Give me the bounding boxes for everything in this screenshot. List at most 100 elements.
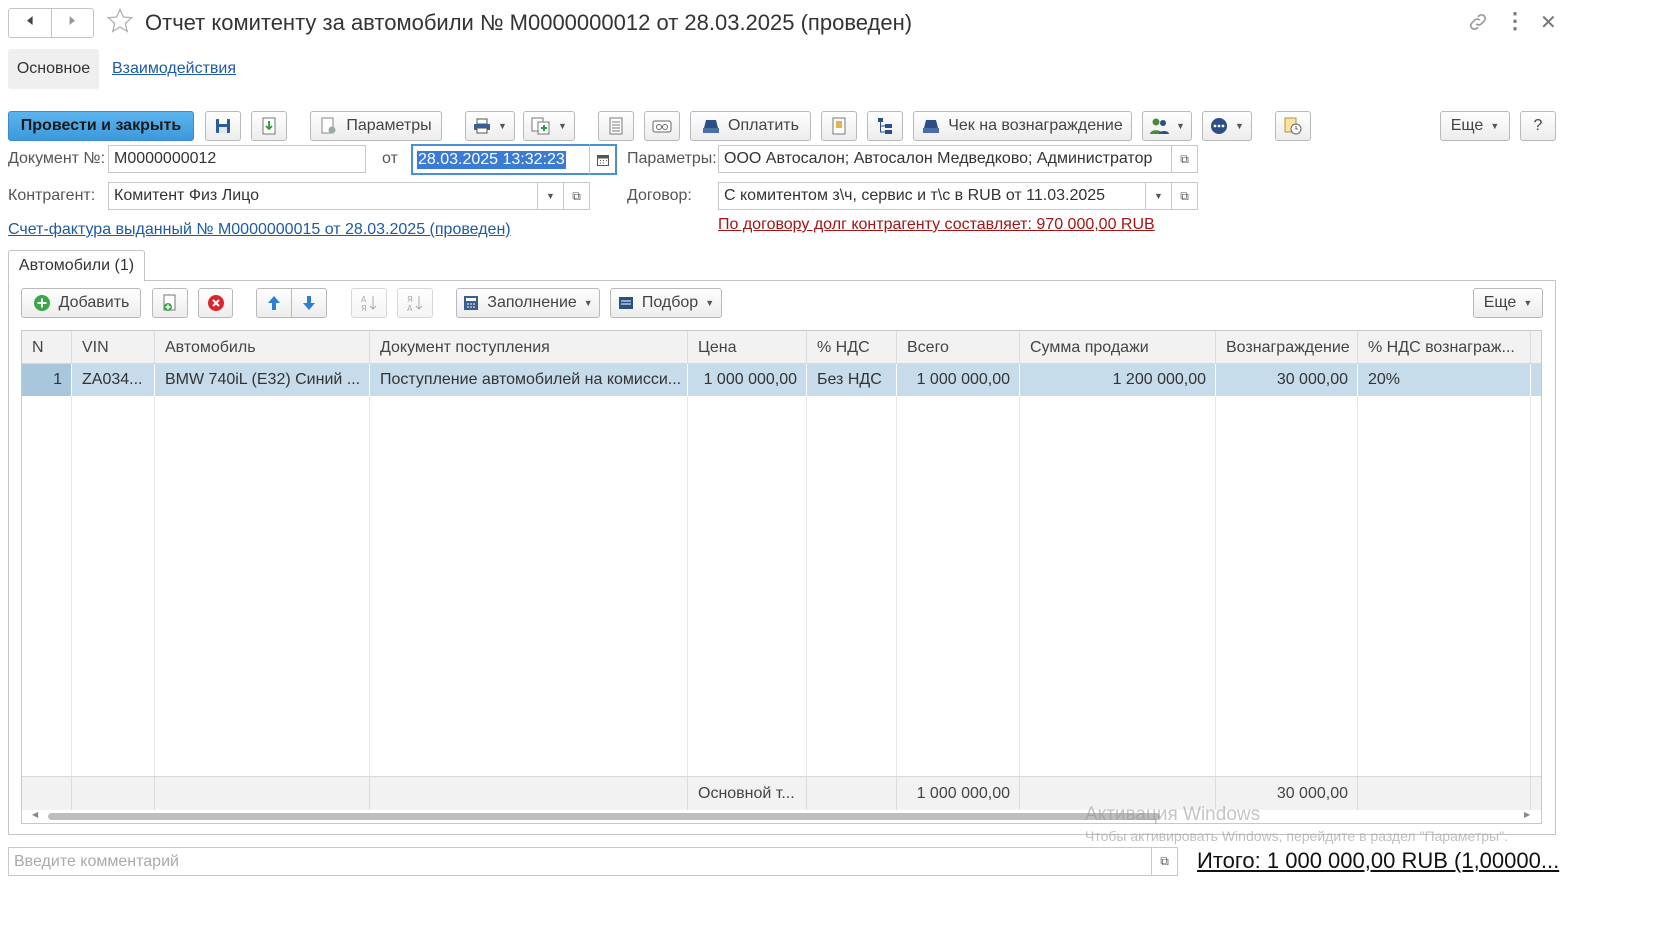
car-cell: BMW 740iL (E32) Синий ...: [155, 364, 370, 396]
arrow-left-icon: 🢐: [25, 10, 34, 32]
contract-field[interactable]: С комитентом з\ч, сервис и т\с в RUB от …: [718, 182, 1146, 210]
table-header: N VIN Автомобиль Документ поступления Це…: [22, 331, 1541, 364]
back-button[interactable]: 🢐: [9, 9, 52, 37]
tab-main-label: Основное: [16, 60, 91, 77]
tab-interactions[interactable]: Взаимодействия: [112, 60, 236, 78]
sort-desc-button[interactable]: ЯА: [397, 288, 433, 318]
copy-row-button[interactable]: [152, 288, 188, 318]
column-header-vin[interactable]: VIN: [72, 331, 155, 364]
payment-terminal-icon: [703, 120, 720, 133]
column-divider: [71, 331, 72, 823]
tab-cars[interactable]: Автомобили (1): [8, 250, 145, 282]
journal-button[interactable]: [598, 111, 634, 141]
scrollbar-thumb[interactable]: [48, 813, 1160, 820]
chevron-down-icon: ▼: [558, 121, 567, 131]
params-open-button[interactable]: ⧉: [1172, 145, 1198, 173]
document-total-link[interactable]: Итого: 1 000 000,00 RUB (1,00000...: [1197, 848, 1559, 874]
scroll-left-icon[interactable]: ◀: [32, 810, 38, 819]
activation-watermark-text: Чтобы активировать Windows, перейдите в …: [1085, 828, 1508, 844]
horizontal-scrollbar[interactable]: ◀ ▶: [22, 810, 1541, 823]
parameters-label: Параметры: [346, 117, 432, 134]
tab-cars-label: Автомобили (1): [18, 257, 135, 274]
date-field[interactable]: 28.03.2025 13:32:23: [411, 144, 591, 175]
table-row[interactable]: 1 ZA034... BMW 740iL (E32) Синий ... Пос…: [22, 364, 1541, 396]
parameters-button[interactable]: Параметры: [310, 111, 442, 141]
svg-text:А: А: [407, 304, 413, 312]
footer-cell: [370, 777, 688, 810]
contract-open-button[interactable]: ⧉: [1172, 182, 1198, 210]
cash-register-icon: [652, 120, 672, 133]
forward-button[interactable]: 🢒: [52, 9, 94, 37]
payment-terminal-icon: [923, 120, 940, 133]
contractor-dropdown-button[interactable]: ▼: [538, 182, 564, 210]
footer-cell: [807, 777, 897, 810]
contract-dropdown-button[interactable]: ▼: [1146, 182, 1172, 210]
column-header-price[interactable]: Цена: [688, 331, 807, 364]
table-footer: Основной т... 1 000 000,00 30 000,00: [22, 776, 1541, 810]
cash-button[interactable]: [644, 111, 680, 141]
fiscal-button[interactable]: [821, 111, 857, 141]
delete-row-button[interactable]: [198, 288, 233, 318]
column-header-reward-vat[interactable]: % НДС вознаграж...: [1358, 331, 1531, 364]
fill-button[interactable]: Заполнение ▼: [456, 288, 600, 318]
column-header-total[interactable]: Всего: [897, 331, 1020, 364]
comment-open-button[interactable]: ⧉: [1152, 847, 1178, 876]
move-down-button[interactable]: [291, 288, 327, 318]
save-button[interactable]: [205, 111, 241, 141]
link-icon[interactable]: [1467, 11, 1489, 38]
contractor-field[interactable]: Комитент Физ Лицо: [108, 182, 538, 210]
favorite-star-icon[interactable]: [106, 7, 134, 40]
column-header-car[interactable]: Автомобиль: [155, 331, 370, 364]
chevron-down-icon: ▼: [1235, 121, 1244, 131]
receipt-doc-cell: Поступление автомобилей на комисси...: [370, 364, 688, 396]
column-header-sale-sum[interactable]: Сумма продажи: [1020, 331, 1216, 364]
price-cell: 1 000 000,00: [688, 364, 807, 396]
column-header-reward[interactable]: Вознаграждение: [1216, 331, 1358, 364]
pick-button[interactable]: Подбор ▼: [610, 288, 722, 318]
column-header-vat[interactable]: % НДС: [807, 331, 897, 364]
column-divider: [1357, 331, 1358, 823]
scroll-right-icon[interactable]: ▶: [1524, 810, 1530, 819]
contractor-label: Контрагент:: [8, 187, 96, 204]
chevron-down-icon: ▼: [1154, 191, 1163, 201]
more-button[interactable]: Еще ▼: [1440, 111, 1510, 141]
move-up-button[interactable]: [256, 288, 292, 318]
calendar-button[interactable]: [589, 144, 617, 175]
column-divider: [154, 331, 155, 823]
open-window-icon: ⧉: [1160, 854, 1169, 868]
debt-link[interactable]: По договору долг контрагенту составляет:…: [718, 216, 1155, 234]
print-button[interactable]: ▼: [465, 111, 515, 141]
close-icon[interactable]: ✕: [1540, 10, 1557, 35]
open-window-icon: ⧉: [1180, 151, 1189, 166]
help-button[interactable]: ?: [1520, 111, 1556, 141]
chevron-down-icon: ▼: [1176, 121, 1185, 131]
document-clock-icon: [1284, 117, 1302, 135]
users-button[interactable]: ▼: [1142, 111, 1192, 141]
comment-input[interactable]: Введите комментарий: [8, 847, 1152, 876]
reward-receipt-button[interactable]: Чек на вознаграждение: [913, 111, 1132, 141]
create-based-icon: [531, 117, 550, 135]
history-button[interactable]: [1275, 111, 1311, 141]
tab-main[interactable]: Основное: [8, 49, 99, 89]
contractor-open-button[interactable]: ⧉: [564, 182, 590, 210]
pay-button[interactable]: Оплатить: [690, 111, 811, 141]
footer-cell: [22, 777, 72, 810]
params-field[interactable]: ООО Автосалон; Автосалон Медведково; Адм…: [718, 145, 1172, 173]
column-header-n[interactable]: N: [22, 331, 72, 364]
add-button[interactable]: Добавить: [21, 288, 141, 318]
invoice-link[interactable]: Счет-фактура выданный № М0000000015 от 2…: [8, 221, 511, 239]
table-more-button[interactable]: Еще ▼: [1473, 288, 1543, 318]
kebab-menu-icon[interactable]: ⋮: [1504, 8, 1526, 34]
column-header-receipt-doc[interactable]: Документ поступления: [370, 331, 688, 364]
post-and-close-label: Провести и закрыть: [20, 117, 182, 134]
post-button[interactable]: [251, 111, 287, 141]
create-based-on-button[interactable]: ▼: [523, 111, 575, 141]
more-actions-circle-button[interactable]: ▼: [1202, 111, 1252, 141]
structure-button[interactable]: [867, 111, 903, 141]
doc-number-field[interactable]: М0000000012: [108, 145, 366, 173]
sort-asc-button[interactable]: АЯ: [351, 288, 387, 318]
post-and-close-button[interactable]: Провести и закрыть: [8, 111, 194, 141]
footer-cell: [155, 777, 370, 810]
calendar-icon: [596, 154, 609, 166]
arrow-right-icon: 🢒: [68, 10, 77, 32]
